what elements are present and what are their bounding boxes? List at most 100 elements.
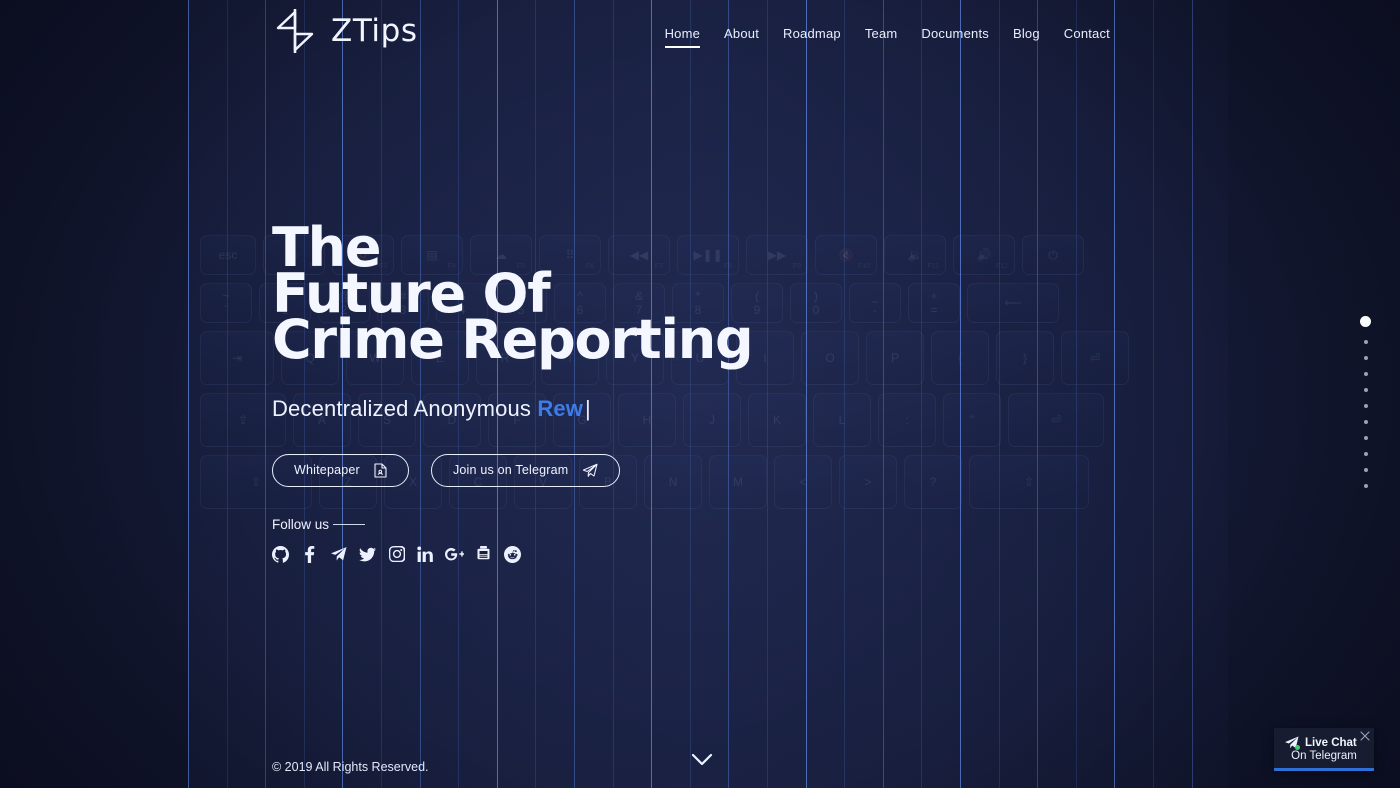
section-dot-10[interactable]	[1363, 468, 1368, 472]
grid-line	[1037, 0, 1038, 788]
instagram-icon	[388, 546, 405, 563]
section-dot-11[interactable]	[1363, 484, 1368, 488]
grid-line	[1076, 0, 1077, 788]
social-link-twitter[interactable]	[359, 546, 376, 563]
nav-item-contact[interactable]: Contact	[1064, 26, 1110, 48]
section-dot-1[interactable]	[1360, 316, 1371, 327]
social-link-reddit[interactable]	[504, 545, 521, 563]
keyboard-key: ⇥	[200, 331, 274, 385]
nav-item-documents[interactable]: Documents	[921, 26, 989, 48]
live-chat-subtitle: On Telegram	[1291, 750, 1357, 762]
site-header: ZTips Home About Roadmap Team Documents Blog C…	[0, 0, 1400, 70]
social-link-facebook[interactable]	[301, 545, 318, 563]
follow-us-rule	[333, 523, 366, 525]
nav-item-roadmap[interactable]: Roadmap	[783, 26, 841, 48]
section-dot-5[interactable]	[1363, 388, 1368, 392]
main-navigation: Home About Roadmap Team Documents Blog Contact	[664, 26, 1110, 48]
github-icon	[272, 545, 289, 563]
social-link-youtube[interactable]	[475, 546, 492, 563]
social-link-linkedin[interactable]	[417, 546, 434, 563]
section-dot-2[interactable]	[1363, 340, 1368, 344]
brand-logo[interactable]: ZTips	[272, 6, 418, 56]
grid-line	[1192, 0, 1193, 788]
join-telegram-button-label: Join us on Telegram	[452, 463, 569, 478]
keyboard-key: ) 0	[790, 283, 842, 323]
section-dot-navigation	[1360, 314, 1371, 494]
keyboard-key: _ -	[849, 283, 901, 323]
keyboard-key: ⏎	[1061, 331, 1129, 385]
grid-line	[921, 0, 922, 788]
section-dot-8[interactable]	[1363, 436, 1368, 440]
nav-item-blog[interactable]: Blog	[1013, 26, 1040, 48]
headline-line-3: Crime Reporting	[272, 307, 754, 371]
keyboard-key: ?	[904, 455, 962, 509]
grid-line	[844, 0, 845, 788]
grid-line	[767, 0, 768, 788]
page-title: The Future Of Crime Reporting	[272, 221, 754, 371]
nav-item-team[interactable]: Team	[865, 26, 898, 48]
telegram-plane-icon	[1284, 736, 1300, 750]
keyboard-key: ▶▶ F9	[746, 235, 808, 275]
keyboard-key: :	[878, 393, 936, 447]
follow-us-heading: Follow us	[272, 517, 752, 532]
live-chat-title: Live Chat	[1305, 736, 1357, 749]
section-dot-3[interactable]	[1363, 356, 1368, 360]
keyboard-key: L	[813, 393, 871, 447]
grid-line	[1114, 0, 1115, 788]
keyboard-key: {	[931, 331, 989, 385]
grid-line	[960, 0, 961, 788]
whitepaper-button[interactable]: Whitepaper	[272, 453, 409, 487]
typing-caret: |	[585, 395, 591, 421]
grid-line	[806, 0, 807, 788]
keyboard-key: esc	[200, 235, 256, 275]
chevron-down-icon[interactable]	[691, 752, 713, 768]
close-icon[interactable]	[1359, 730, 1371, 742]
whitepaper-button-label: Whitepaper	[294, 463, 360, 478]
follow-us-label: Follow us	[272, 516, 330, 532]
facebook-icon	[304, 545, 315, 563]
grid-line	[265, 0, 266, 788]
keyboard-key: + =	[908, 283, 960, 323]
brand-name: ZTips	[331, 13, 418, 49]
grid-line	[883, 0, 884, 788]
keyboard-key: P	[866, 331, 924, 385]
social-links	[272, 545, 752, 563]
keyboard-key: ⇧	[969, 455, 1089, 509]
keyboard-key: ~ `	[200, 283, 252, 323]
online-status-dot	[1295, 745, 1300, 750]
grid-line	[1153, 0, 1154, 788]
section-dot-7[interactable]	[1363, 420, 1368, 424]
document-icon	[374, 463, 387, 478]
nav-item-home[interactable]: Home	[664, 26, 701, 48]
section-dot-6[interactable]	[1363, 404, 1368, 408]
keyboard-key: 🔊 F12	[953, 235, 1015, 275]
social-link-github[interactable]	[272, 545, 289, 563]
social-link-instagram[interactable]	[388, 546, 405, 563]
hero-section: The Future Of Crime Reporting Decentralize…	[272, 221, 754, 563]
join-telegram-button[interactable]: Join us on Telegram	[430, 453, 621, 487]
section-dot-4[interactable]	[1363, 372, 1368, 376]
keyboard-key: ⏻	[1022, 235, 1084, 275]
youtube-icon	[475, 546, 492, 562]
keyboard-key: <	[774, 455, 832, 509]
nav-item-about[interactable]: About	[724, 26, 759, 48]
linkedin-icon	[417, 546, 434, 563]
social-link-telegram[interactable]	[330, 546, 347, 563]
keyboard-key: K	[748, 393, 806, 447]
ztips-bolt-logo-icon	[272, 6, 318, 56]
grid-line	[227, 0, 228, 788]
grid-line	[188, 0, 189, 788]
section-dot-9[interactable]	[1363, 452, 1368, 456]
keyboard-key: 🔉 F11	[884, 235, 946, 275]
tagline-static-text: Decentralized Anonymous	[272, 395, 538, 421]
live-chat-header: Live Chat	[1284, 736, 1364, 750]
live-chat-widget[interactable]: Live Chat On Telegram	[1274, 728, 1374, 771]
keyboard-key: "	[943, 393, 1001, 447]
keyboard-key: 🔇 F10	[815, 235, 877, 275]
copyright-text: © 2019 All Rights Reserved.	[272, 760, 429, 774]
hero-button-row: Whitepaper Join us on Telegram	[272, 453, 752, 487]
social-link-google-plus[interactable]	[445, 546, 464, 563]
twitter-icon	[359, 547, 376, 562]
hero-tagline: Decentralized Anonymous Rew|	[272, 396, 752, 422]
keyboard-key: ⟵	[967, 283, 1059, 323]
